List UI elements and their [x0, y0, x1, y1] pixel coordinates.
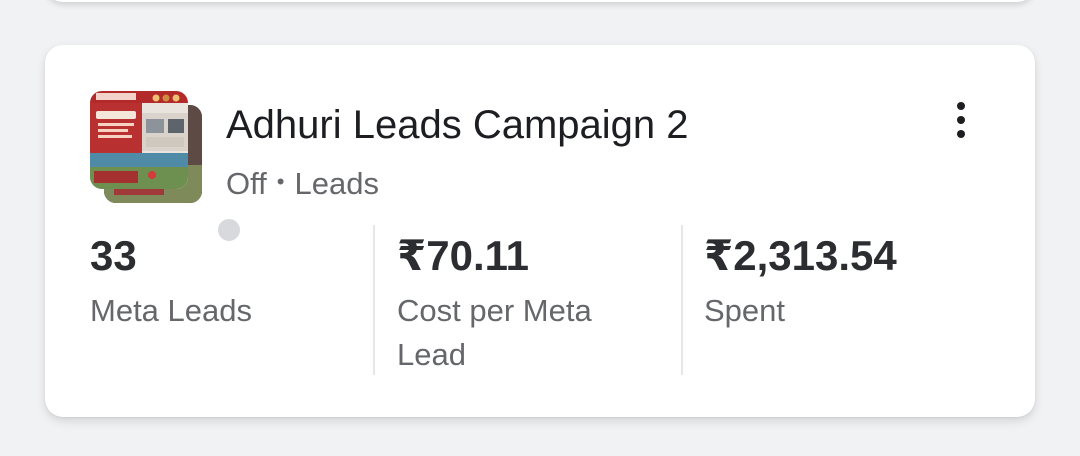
- more-vertical-icon-dot: [957, 116, 965, 124]
- metric-value: ₹70.11: [397, 232, 530, 279]
- previous-campaign-card[interactable]: [45, 0, 1035, 2]
- metric-spent: ₹2,313.54 Spent: [704, 229, 1004, 333]
- subtitle-separator: •: [276, 169, 285, 194]
- campaign-objective: Leads: [294, 166, 379, 201]
- more-vertical-icon: [957, 102, 965, 110]
- metric-divider: [681, 225, 683, 375]
- metric-label: Cost per Meta Lead: [397, 293, 592, 372]
- campaign-title[interactable]: Adhuri Leads Campaign 2: [226, 101, 689, 149]
- campaign-thumbnail: [90, 91, 244, 245]
- campaign-subtitle: Off • Leads: [226, 162, 379, 204]
- metric-meta-leads: 33 Meta Leads: [90, 229, 370, 333]
- metric-label: Spent: [704, 293, 786, 328]
- more-options-button[interactable]: [941, 95, 981, 145]
- metric-value: 33: [90, 232, 137, 279]
- campaign-status: Off: [226, 166, 267, 201]
- metric-divider: [373, 225, 375, 375]
- more-vertical-icon-dot: [957, 130, 965, 138]
- metric-cost-per-lead: ₹70.11 Cost per Meta Lead: [397, 229, 657, 377]
- metric-label: Meta Leads: [90, 293, 252, 328]
- metric-value: ₹2,313.54: [704, 232, 897, 279]
- campaign-card[interactable]: Adhuri Leads Campaign 2 Off • Leads 33 Met…: [45, 45, 1035, 417]
- thumbnail-front-image: [90, 91, 188, 189]
